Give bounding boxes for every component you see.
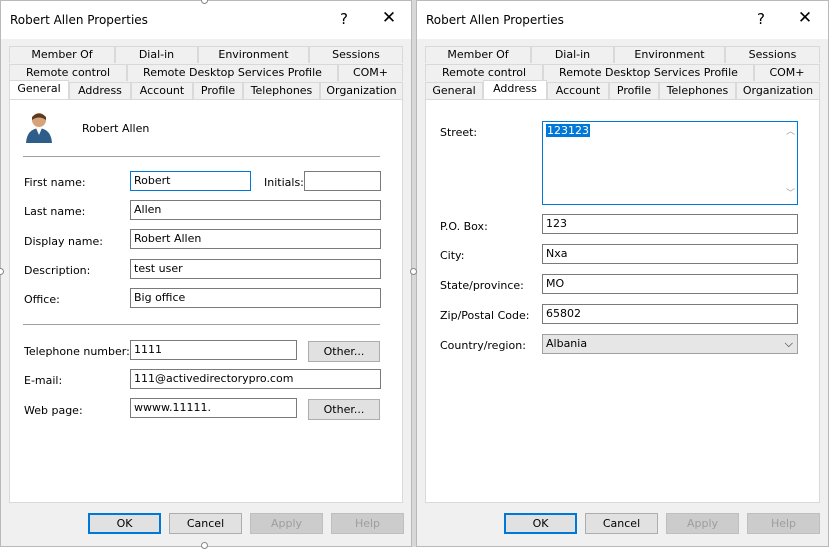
divider	[23, 324, 380, 325]
initials-label: Initials:	[264, 176, 304, 189]
display-name-header: Robert Allen	[82, 122, 150, 135]
tab-dial-in[interactable]: Dial-in	[531, 46, 614, 63]
country-value: Albania	[546, 337, 588, 350]
cancel-button[interactable]: Cancel	[585, 513, 658, 534]
tab-address[interactable]: Address	[69, 82, 131, 99]
po-box-label: P.O. Box:	[440, 220, 488, 233]
properties-dialog-address: Robert Allen Properties ? ✕ Member Of Di…	[416, 0, 829, 547]
tab-account[interactable]: Account	[131, 82, 193, 99]
tab-strip: Member Of Dial-in Environment Sessions R…	[425, 45, 820, 100]
tab-environment[interactable]: Environment	[198, 46, 309, 63]
telephone-label: Telephone number:	[24, 345, 130, 358]
tab-profile[interactable]: Profile	[609, 82, 659, 99]
tab-member-of[interactable]: Member Of	[425, 46, 531, 63]
first-name-input[interactable]: Robert	[130, 171, 251, 191]
country-select[interactable]: Albania ⌵	[542, 334, 798, 354]
tab-rds-profile[interactable]: Remote Desktop Services Profile	[127, 64, 338, 81]
tab-remote-control[interactable]: Remote control	[425, 64, 543, 81]
office-input[interactable]: Big office	[130, 288, 381, 308]
user-icon	[24, 111, 54, 143]
help-icon[interactable]: ?	[337, 10, 351, 28]
description-input[interactable]: test user	[130, 259, 381, 279]
close-icon[interactable]: ✕	[795, 8, 815, 30]
address-panel: Street: 123123 ︿ ﹀ P.O. Box: 123 City: N…	[425, 99, 820, 503]
tab-sessions[interactable]: Sessions	[309, 46, 403, 63]
tab-sessions[interactable]: Sessions	[725, 46, 820, 63]
tab-telephones[interactable]: Telephones	[243, 82, 320, 99]
city-input[interactable]: Nxa	[542, 244, 798, 264]
tab-general[interactable]: General	[9, 80, 69, 100]
zip-input[interactable]: 65802	[542, 304, 798, 324]
general-panel: Robert Allen First name: Robert Initials…	[9, 99, 403, 503]
tab-com-plus[interactable]: COM+	[338, 64, 403, 81]
apply-button[interactable]: Apply	[250, 513, 323, 534]
resize-handle[interactable]	[410, 268, 417, 275]
email-label: E-mail:	[24, 374, 63, 387]
state-input[interactable]: MO	[542, 274, 798, 294]
close-icon[interactable]: ✕	[379, 8, 399, 30]
chevron-down-icon: ⌵	[784, 337, 793, 350]
web-page-input[interactable]: wwww.11111.	[130, 398, 297, 418]
tab-general[interactable]: General	[425, 82, 483, 99]
state-label: State/province:	[440, 279, 524, 292]
web-page-other-button[interactable]: Other...	[308, 399, 380, 420]
window-title: Robert Allen Properties	[10, 13, 148, 27]
tab-telephones[interactable]: Telephones	[659, 82, 736, 99]
ok-button[interactable]: OK	[504, 513, 577, 534]
divider	[23, 156, 380, 157]
cancel-button[interactable]: Cancel	[169, 513, 242, 534]
scroll-down-icon[interactable]: ﹀	[786, 186, 795, 202]
display-name-input[interactable]: Robert Allen	[130, 229, 381, 249]
scroll-up-icon[interactable]: ︿	[786, 124, 795, 140]
display-name-label: Display name:	[24, 235, 103, 248]
street-textarea[interactable]: 123123 ︿ ﹀	[542, 121, 798, 205]
properties-dialog-general: Robert Allen Properties ? ✕ Member Of Di…	[0, 0, 412, 547]
email-input[interactable]: 111@activedirectorypro.com	[130, 369, 381, 389]
last-name-label: Last name:	[24, 205, 86, 218]
help-button[interactable]: Help	[331, 513, 404, 534]
last-name-input[interactable]: Allen	[130, 200, 381, 220]
street-label: Street:	[440, 126, 478, 139]
tab-environment[interactable]: Environment	[614, 46, 725, 63]
telephone-input[interactable]: 1111	[130, 340, 297, 360]
tab-rds-profile[interactable]: Remote Desktop Services Profile	[543, 64, 754, 81]
tab-address[interactable]: Address	[483, 80, 547, 100]
ok-button[interactable]: OK	[88, 513, 161, 534]
country-label: Country/region:	[440, 339, 526, 352]
city-label: City:	[440, 249, 465, 262]
tab-organization[interactable]: Organization	[320, 82, 403, 99]
po-box-input[interactable]: 123	[542, 214, 798, 234]
tab-remote-control[interactable]: Remote control	[9, 64, 127, 81]
apply-button[interactable]: Apply	[666, 513, 739, 534]
zip-label: Zip/Postal Code:	[440, 309, 530, 322]
tab-com-plus[interactable]: COM+	[754, 64, 820, 81]
tab-dial-in[interactable]: Dial-in	[115, 46, 198, 63]
first-name-label: First name:	[24, 176, 86, 189]
tab-account[interactable]: Account	[547, 82, 609, 99]
telephone-other-button[interactable]: Other...	[308, 341, 380, 362]
help-icon[interactable]: ?	[754, 10, 768, 28]
web-page-label: Web page:	[24, 404, 83, 417]
window-title: Robert Allen Properties	[426, 13, 564, 27]
tab-profile[interactable]: Profile	[193, 82, 243, 99]
office-label: Office:	[24, 293, 60, 306]
tab-member-of[interactable]: Member Of	[9, 46, 115, 63]
resize-handle[interactable]	[201, 542, 208, 549]
initials-input[interactable]	[304, 171, 381, 191]
tab-strip: Member Of Dial-in Environment Sessions R…	[9, 45, 403, 100]
street-value: 123123	[546, 124, 590, 137]
help-button[interactable]: Help	[747, 513, 820, 534]
description-label: Description:	[24, 264, 91, 277]
title-bar[interactable]: Robert Allen Properties ? ✕	[417, 1, 828, 39]
tab-organization[interactable]: Organization	[736, 82, 820, 99]
title-bar[interactable]: Robert Allen Properties ? ✕	[1, 1, 411, 39]
